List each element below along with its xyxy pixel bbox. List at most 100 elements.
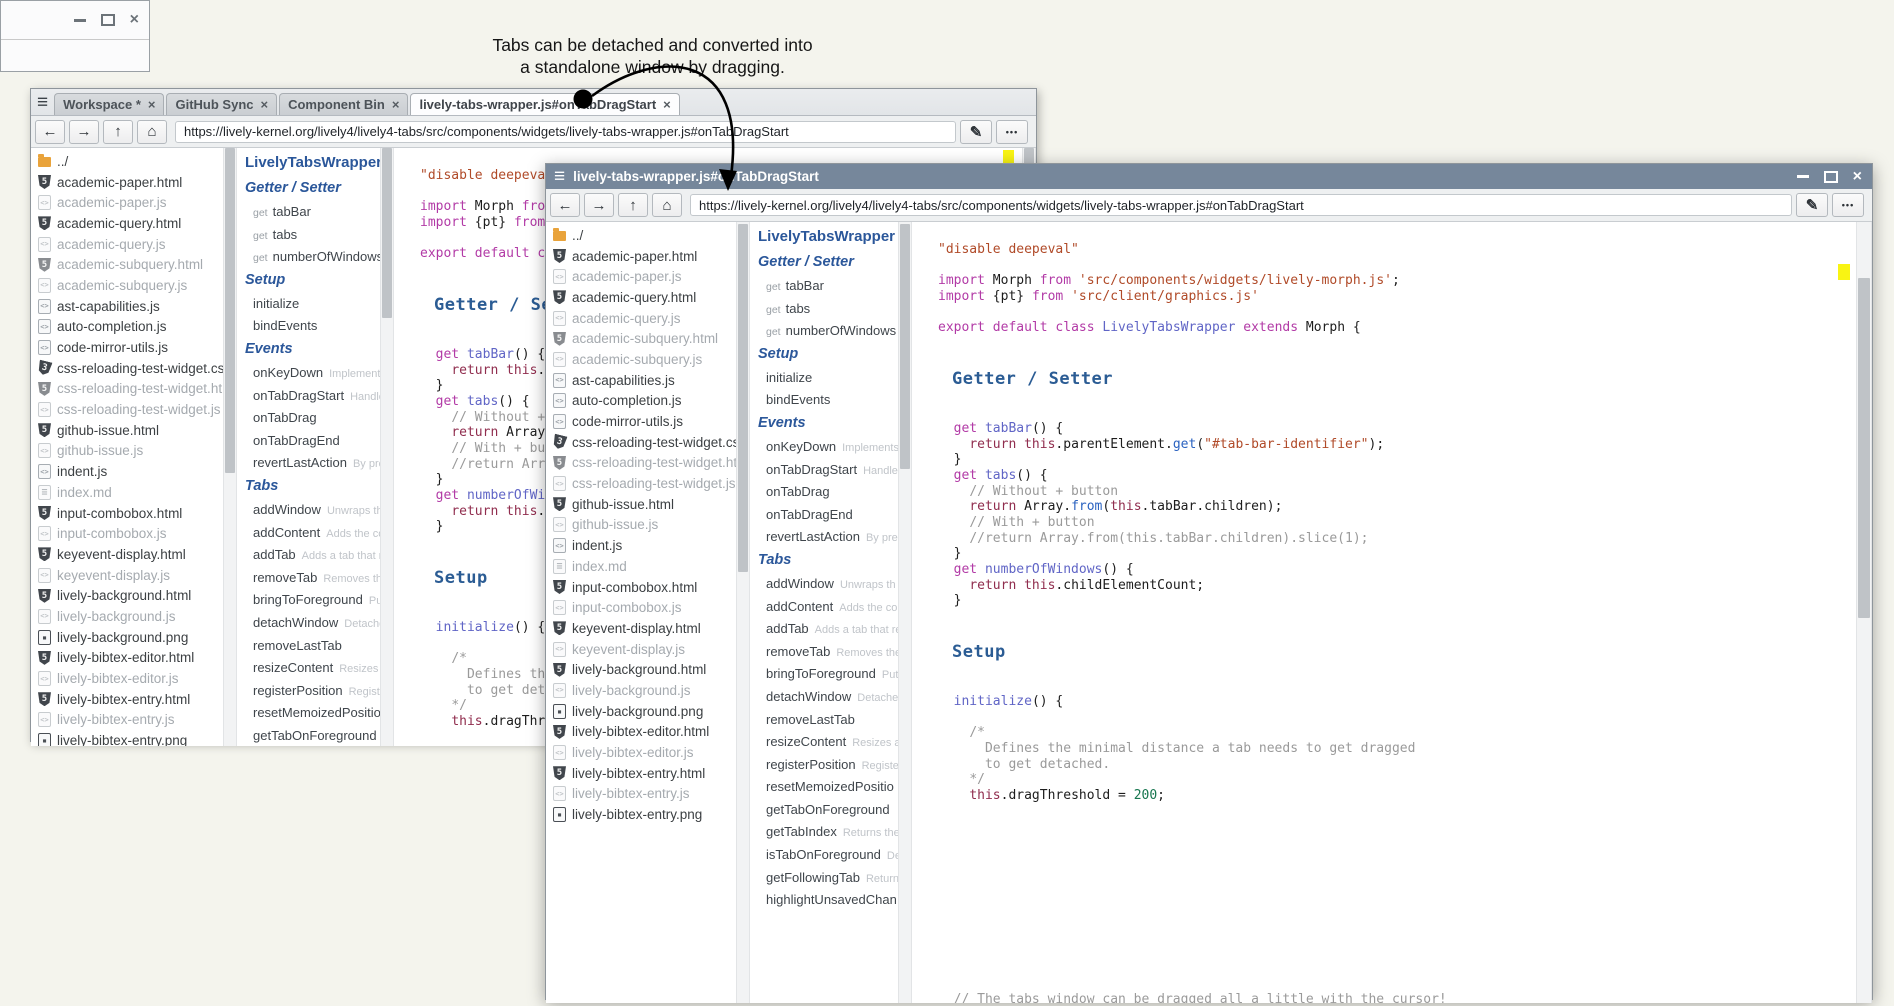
up-button[interactable]: ↑ [103, 120, 133, 144]
outline-method[interactable]: removeTabRemoves the [750, 641, 898, 664]
url-input[interactable] [690, 194, 1792, 216]
outline-method[interactable]: removeLastTab [750, 709, 898, 732]
file-item[interactable]: 5lively-bibtex-editor.html [546, 722, 736, 743]
outline-method[interactable]: registerPositionRegiste [750, 754, 898, 777]
outline-method[interactable]: getnumberOfWindows [237, 246, 380, 269]
file-item[interactable]: <>input-combobox.js [31, 523, 223, 544]
tab-close-icon[interactable]: × [663, 98, 671, 111]
back-button[interactable]: ← [550, 193, 580, 217]
scrollbar[interactable] [223, 148, 237, 746]
window-titlebar[interactable]: ≡ lively-tabs-wrapper.js#onTabDragStart … [546, 164, 1872, 189]
file-item[interactable]: 5css-reloading-test-widget.html [546, 453, 736, 474]
outline-method[interactable]: addTabAdds a tab that re [237, 544, 380, 567]
outline-method[interactable]: onTabDrag [237, 407, 380, 430]
minimize-icon[interactable] [1797, 175, 1809, 178]
file-item[interactable]: <>lively-bibtex-entry.js [546, 784, 736, 805]
url-input[interactable] [175, 121, 956, 143]
outline-method[interactable]: addTabAdds a tab that re [750, 618, 898, 641]
scrollbar-thumb[interactable] [900, 224, 910, 469]
file-item[interactable]: 5lively-bibtex-entry.html [546, 763, 736, 784]
outline-method[interactable]: addContentAdds the con [237, 522, 380, 545]
file-item[interactable]: <>auto-completion.js [546, 391, 736, 412]
outline-method[interactable]: getnumberOfWindows [750, 320, 898, 343]
menu-icon[interactable]: ≡ [37, 92, 48, 114]
outline-method[interactable]: initialize [750, 367, 898, 390]
file-item[interactable]: 5github-issue.html [546, 494, 736, 515]
outline-method[interactable]: onKeyDownImplements [750, 436, 898, 459]
outline-method[interactable]: getTabOnForeground [237, 725, 380, 746]
outline-method[interactable]: isTabOnForegroundDe [750, 844, 898, 867]
file-item[interactable]: <>academic-query.js [31, 234, 223, 255]
file-item[interactable]: 5academic-query.html [546, 287, 736, 308]
outline-method[interactable]: gettabs [237, 224, 380, 247]
outline-method[interactable]: resizeContentResizes a [237, 657, 380, 680]
tab-close-icon[interactable]: × [148, 98, 156, 111]
file-item[interactable]: 5academic-subquery.html [31, 254, 223, 275]
forward-button[interactable]: → [584, 193, 614, 217]
file-item[interactable]: ▪lively-bibtex-entry.png [31, 730, 223, 746]
file-item[interactable]: <>auto-completion.js [31, 317, 223, 338]
outline-method[interactable]: addContentAdds the con [750, 596, 898, 619]
up-button[interactable]: ↑ [618, 193, 648, 217]
file-item[interactable]: 3css-reloading-test-widget.css [31, 358, 223, 379]
file-item[interactable]: <>academic-paper.js [546, 266, 736, 287]
file-item[interactable]: <>academic-subquery.js [31, 275, 223, 296]
menu-icon[interactable]: ≡ [554, 167, 565, 186]
outline-method[interactable]: detachWindowDetache [237, 612, 380, 635]
forward-button[interactable]: → [69, 120, 99, 144]
file-item[interactable]: 5input-combobox.html [546, 577, 736, 598]
outline-method[interactable]: getFollowingTabReturn [750, 867, 898, 890]
outline-method[interactable]: gettabBar [237, 201, 380, 224]
more-options-button[interactable]: ••• [996, 120, 1028, 144]
tab[interactable]: Workspace *× [54, 93, 164, 115]
file-item[interactable]: <>academic-paper.js [31, 192, 223, 213]
file-item[interactable]: 5css-reloading-test-widget.html [31, 379, 223, 400]
outline-method[interactable]: resizeContentResizes a [750, 731, 898, 754]
scrollbar[interactable] [898, 222, 912, 1003]
file-item[interactable]: <>css-reloading-test-widget.js [31, 399, 223, 420]
file-item[interactable]: 5keyevent-display.html [546, 618, 736, 639]
outline-method[interactable]: revertLastActionBy pres [237, 452, 380, 475]
outline-method[interactable]: resetMemoizedPositio [237, 702, 380, 725]
file-item[interactable]: <>input-combobox.js [546, 597, 736, 618]
outline-method[interactable]: onKeyDownImplements [237, 362, 380, 385]
outline-method[interactable]: detachWindowDetache [750, 686, 898, 709]
file-item[interactable]: <>github-issue.js [31, 441, 223, 462]
outline-method[interactable]: highlightUnsavedChan [750, 889, 898, 912]
outline-method[interactable]: onTabDrag [750, 481, 898, 504]
file-item[interactable]: <>ast-capabilities.js [546, 370, 736, 391]
file-item[interactable]: <>keyevent-display.js [546, 639, 736, 660]
file-item[interactable]: 5academic-query.html [31, 213, 223, 234]
edit-button[interactable]: ✎ [1796, 193, 1828, 217]
file-item[interactable]: <>lively-bibtex-editor.js [31, 668, 223, 689]
file-item[interactable]: <>github-issue.js [546, 515, 736, 536]
file-item[interactable]: <>indent.js [31, 461, 223, 482]
file-item[interactable]: 5lively-bibtex-entry.html [31, 689, 223, 710]
more-options-button[interactable]: ••• [1832, 193, 1864, 217]
outline-method[interactable]: bringToForegroundPut [237, 589, 380, 612]
outline-method[interactable]: bindEvents [750, 389, 898, 412]
outline-method[interactable]: revertLastActionBy pres [750, 526, 898, 549]
tab[interactable]: GitHub Sync× [166, 93, 277, 115]
outline-method[interactable]: bindEvents [237, 315, 380, 338]
minimize-icon[interactable] [74, 19, 86, 22]
file-item[interactable]: <>css-reloading-test-widget.js [546, 473, 736, 494]
close-icon[interactable]: × [1853, 170, 1862, 184]
file-item[interactable]: <>code-mirror-utils.js [546, 411, 736, 432]
outline-method[interactable]: addWindowUnwraps th [750, 573, 898, 596]
outline-method[interactable]: getTabOnForeground [750, 799, 898, 822]
file-item[interactable]: ▪lively-bibtex-entry.png [546, 804, 736, 825]
outline-method[interactable]: addWindowUnwraps th [237, 499, 380, 522]
scrollbar[interactable] [1856, 222, 1872, 1003]
outline-method[interactable]: registerPositionRegiste [237, 680, 380, 703]
file-item[interactable]: ../ [31, 151, 223, 172]
outline-method[interactable]: onTabDragEnd [237, 430, 380, 453]
file-item[interactable]: <>indent.js [546, 535, 736, 556]
file-item[interactable]: ≡index.md [546, 556, 736, 577]
outline-method[interactable]: resetMemoizedPositio [750, 776, 898, 799]
outline-method[interactable]: removeTabRemoves the [237, 567, 380, 590]
back-button[interactable]: ← [35, 120, 65, 144]
home-button[interactable]: ⌂ [652, 193, 682, 217]
close-icon[interactable]: × [130, 13, 139, 27]
tab-close-icon[interactable]: × [261, 98, 269, 111]
